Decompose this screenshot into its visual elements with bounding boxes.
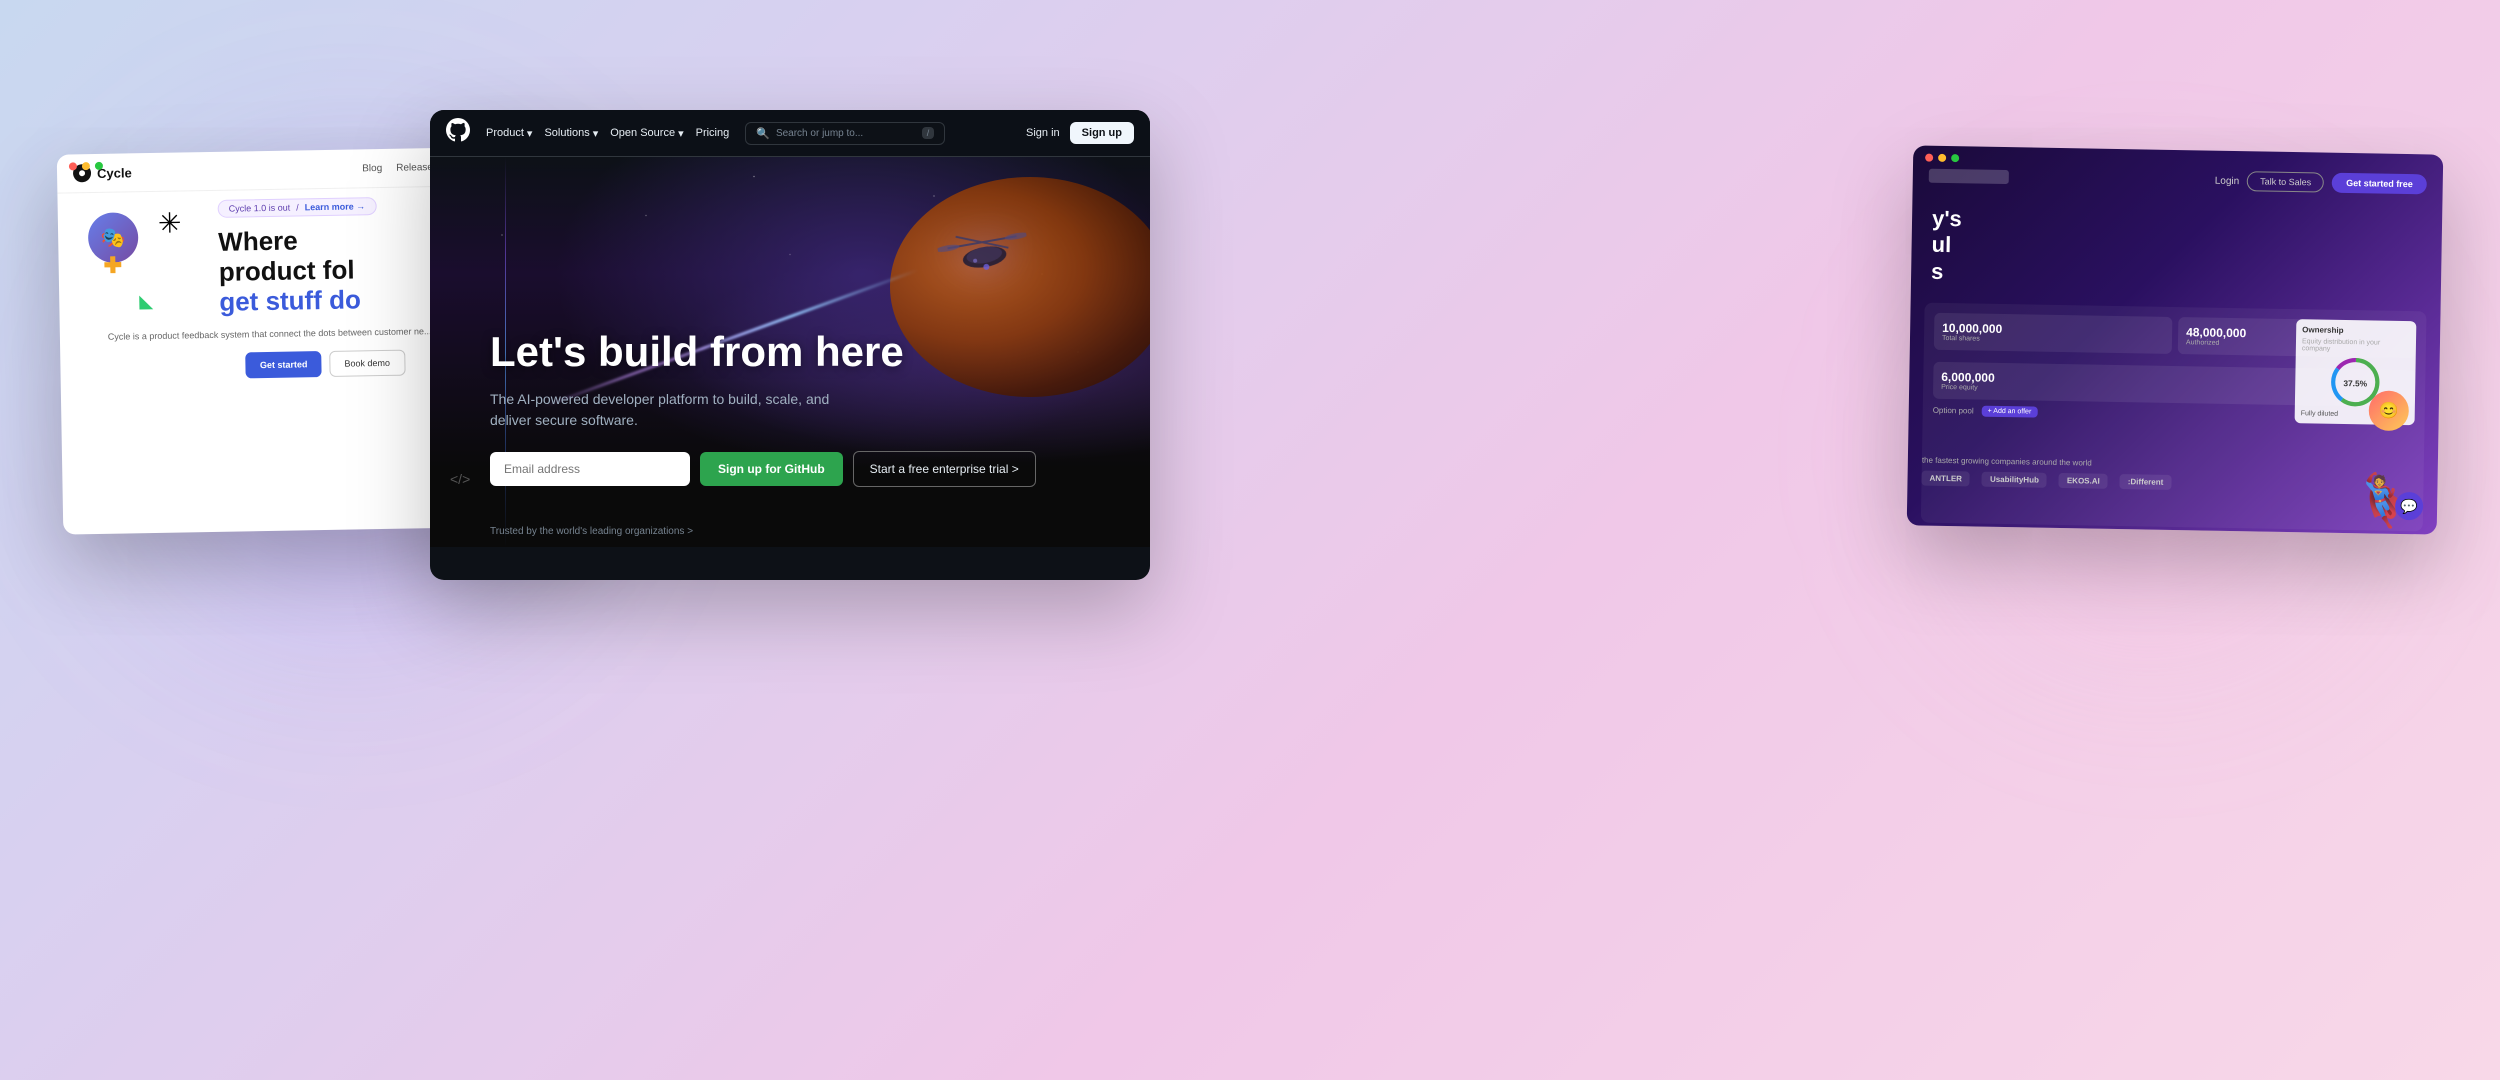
github-code-icon: </> [450, 471, 470, 487]
cycle-hero: Cycle 1.0 is out / Learn more → Where pr… [218, 196, 379, 317]
cycle-headline-line2: product fol [219, 255, 378, 288]
cycle-headline-line1: Where [218, 225, 377, 258]
github-search-icon: 🔍 [756, 127, 770, 140]
right-talk-button[interactable]: Talk to Sales [2247, 171, 2324, 192]
cycle-badge-separator: / [296, 202, 299, 212]
github-open-source-label: Open Source [610, 127, 675, 139]
github-nav-solutions[interactable]: Solutions ▾ [544, 127, 598, 140]
github-nav-pricing[interactable]: Pricing [696, 127, 730, 139]
github-nav-links: Product ▾ Solutions ▾ Open Source ▾ Pric… [486, 127, 729, 140]
github-solutions-chevron: ▾ [593, 127, 599, 140]
window-chrome-right [1925, 154, 1959, 163]
logo-usabilityhub: UsabilityHub [1982, 472, 2047, 488]
github-search-box[interactable]: 🔍 Search or jump to... / [745, 122, 945, 145]
right-hero: y's ul s [1911, 195, 2443, 303]
add-offer-button[interactable]: + Add an offer [1982, 406, 2038, 418]
right-avatar: 😊 [2368, 391, 2409, 432]
window-chrome-left [69, 162, 103, 171]
github-hero: Let's build from here The AI-powered dev… [430, 157, 1150, 547]
github-product-label: Product [486, 127, 524, 139]
github-pricing-label: Pricing [696, 127, 730, 139]
cycle-headline: Where product fol get stuff do [218, 225, 378, 317]
chrome-dot-green [95, 162, 103, 170]
ownership-subtitle: Equity distribution in your company [2302, 338, 2410, 354]
github-headline: Let's build from here [490, 329, 1036, 375]
cycle-book-demo-button[interactable]: Book demo [329, 349, 405, 376]
github-signup-button[interactable]: Sign up [1070, 122, 1134, 144]
chrome-dot-red [69, 162, 77, 170]
github-nav-product[interactable]: Product ▾ [486, 127, 532, 140]
chrome-dot-yellow-r [1938, 154, 1946, 162]
right-nav-actions: Login Talk to Sales Get started free [2215, 171, 2427, 195]
github-trusted-text[interactable]: Trusted by the world's leading organizat… [490, 526, 693, 537]
github-hero-content: Let's build from here The AI-powered dev… [490, 329, 1036, 487]
chrome-dot-red-r [1925, 154, 1933, 162]
logo-antler: ANTLER [1921, 471, 1970, 487]
github-drone-image [933, 210, 1036, 308]
github-enterprise-button[interactable]: Start a free enterprise trial > [853, 451, 1036, 487]
svg-text:37.5%: 37.5% [2343, 378, 2367, 388]
cycle-get-started-button[interactable]: Get started [246, 351, 322, 378]
github-product-chevron: ▾ [527, 127, 533, 140]
cycle-plus-icon: ✚ [103, 253, 122, 279]
github-logo [446, 118, 470, 148]
github-email-input[interactable] [490, 452, 690, 486]
right-login-button[interactable]: Login [2215, 175, 2240, 186]
logo-different: :Different [2120, 474, 2172, 490]
right-get-started-button[interactable]: Get started free [2332, 173, 2427, 195]
github-nav: Product ▾ Solutions ▾ Open Source ▾ Pric… [430, 110, 1150, 157]
right-logo [1929, 169, 2009, 184]
dashboard-stat-1: 10,000,000 Total shares [1934, 313, 2173, 354]
cycle-badge[interactable]: Cycle 1.0 is out / Learn more → [218, 197, 377, 218]
option-pool-label: Option pool [1933, 406, 1974, 416]
cycle-leaf-icon: ◣ [139, 291, 153, 312]
right-nav: Login Talk to Sales Get started free [1912, 145, 2443, 204]
cycle-headline-line3: get stuff do [219, 285, 378, 318]
github-search-key: / [922, 127, 935, 139]
right-headline: y's ul s [1931, 206, 2422, 294]
github-subheadline: The AI-powered developer platform to bui… [490, 389, 870, 431]
github-signin-button[interactable]: Sign in [1026, 127, 1060, 139]
ownership-title: Ownership [2302, 325, 2410, 336]
github-signup-cta-button[interactable]: Sign up for GitHub [700, 452, 843, 486]
right-dashboard: Ownership Equity distribution in your co… [1921, 303, 2427, 532]
github-nav-actions: Sign in Sign up [1026, 122, 1134, 144]
cycle-badge-link[interactable]: Learn more → [305, 201, 366, 212]
github-screen: Product ▾ Solutions ▾ Open Source ▾ Pric… [430, 110, 1150, 580]
cycle-badge-text: Cycle 1.0 is out [229, 203, 291, 214]
cycle-slack-icon: ✳ [158, 206, 182, 239]
logo-ekos: EKOS.AI [2059, 473, 2108, 489]
github-solutions-label: Solutions [544, 127, 589, 139]
github-search-placeholder: Search or jump to... [776, 128, 863, 139]
github-cta-row: Sign up for GitHub Start a free enterpri… [490, 451, 1036, 487]
chrome-dot-green-r [1951, 154, 1959, 162]
chrome-dot-yellow [82, 162, 90, 170]
right-screen: Login Talk to Sales Get started free y's… [1907, 145, 2444, 534]
github-open-source-chevron: ▾ [678, 127, 684, 140]
screens-container: Cycle Blog Release notes Integrations Pr… [0, 0, 2500, 1080]
cycle-nav-blog[interactable]: Blog [362, 162, 382, 173]
github-nav-open-source[interactable]: Open Source ▾ [610, 127, 683, 140]
